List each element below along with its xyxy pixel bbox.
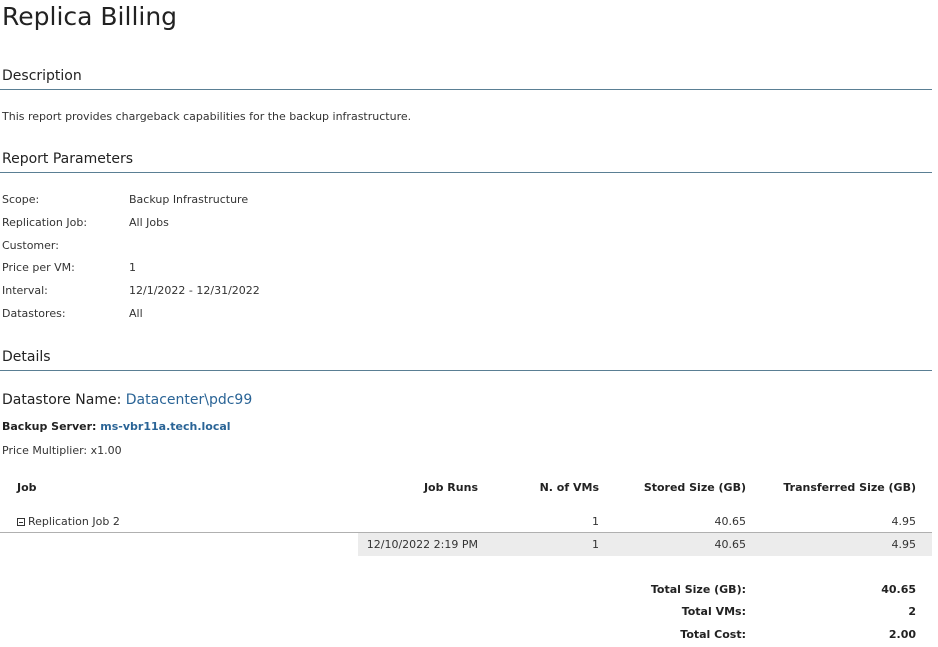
param-label-price-per-vm: Price per VM: — [2, 261, 75, 274]
report-title: Replica Billing — [2, 2, 178, 31]
param-label-scope: Scope: — [2, 193, 40, 206]
param-label-datastores: Datastores: — [2, 307, 66, 320]
run-row-job-runs: 12/10/2022 2:19 PM — [366, 538, 478, 551]
param-value-interval: 12/1/2022 - 12/31/2022 — [129, 284, 260, 297]
total-size-value: 40.65 — [881, 583, 916, 596]
col-header-job: Job — [17, 481, 37, 494]
price-multiplier-line: Price Multiplier: x1.00 — [2, 444, 122, 457]
col-header-n-vms: N. of VMs — [539, 481, 599, 494]
col-header-job-runs: Job Runs — [423, 481, 478, 494]
job-row-n-vms: 1 — [592, 515, 599, 528]
collapse-icon[interactable] — [17, 518, 25, 526]
price-multiplier-label: Price Multiplier: — [2, 444, 88, 457]
price-multiplier-value: x1.00 — [90, 444, 122, 457]
total-cost-label: Total Cost: — [680, 628, 746, 641]
total-cost-value: 2.00 — [888, 628, 916, 641]
col-header-transferred-size: Transferred Size (GB) — [783, 481, 916, 494]
total-vms-label: Total VMs: — [681, 605, 746, 618]
job-name: Replication Job 2 — [28, 515, 120, 528]
param-value-datastores: All — [129, 307, 143, 320]
backup-server-label: Backup Server: — [2, 420, 97, 433]
total-vms-value: 2 — [908, 605, 916, 618]
description-text: This report provides chargeback capabili… — [2, 110, 412, 123]
param-label-customer: Customer: — [2, 239, 59, 252]
param-value-replication-job: All Jobs — [129, 216, 169, 229]
run-row-stored-size: 40.65 — [714, 538, 747, 551]
report-parameters-heading: Report Parameters — [2, 151, 133, 167]
details-heading: Details — [2, 349, 51, 365]
param-value-price-per-vm: 1 — [129, 261, 136, 274]
description-divider — [0, 89, 932, 90]
job-row-transferred-size: 4.95 — [891, 515, 917, 528]
param-value-scope: Backup Infrastructure — [129, 193, 249, 206]
table-row-job[interactable]: Replication Job 2 — [17, 515, 120, 528]
run-row-n-vms: 1 — [592, 538, 599, 551]
datastore-name-label: Datastore Name: — [2, 392, 122, 408]
col-header-stored-size: Stored Size (GB) — [643, 481, 746, 494]
backup-server-line: Backup Server: ms-vbr11a.tech.local — [2, 420, 231, 433]
total-size-label: Total Size (GB): — [650, 583, 746, 596]
datastore-name-link[interactable]: Datacenter\pdc99 — [126, 392, 252, 408]
description-heading: Description — [2, 68, 82, 84]
backup-server-link[interactable]: ms-vbr11a.tech.local — [100, 420, 230, 433]
job-row-stored-size: 40.65 — [714, 515, 747, 528]
details-divider — [0, 370, 932, 371]
run-row-transferred-size: 4.95 — [891, 538, 917, 551]
report-parameters-divider — [0, 172, 932, 173]
datastore-heading: Datastore Name: Datacenter\pdc99 — [2, 392, 252, 408]
param-label-replication-job: Replication Job: — [2, 216, 88, 229]
param-label-interval: Interval: — [2, 284, 48, 297]
